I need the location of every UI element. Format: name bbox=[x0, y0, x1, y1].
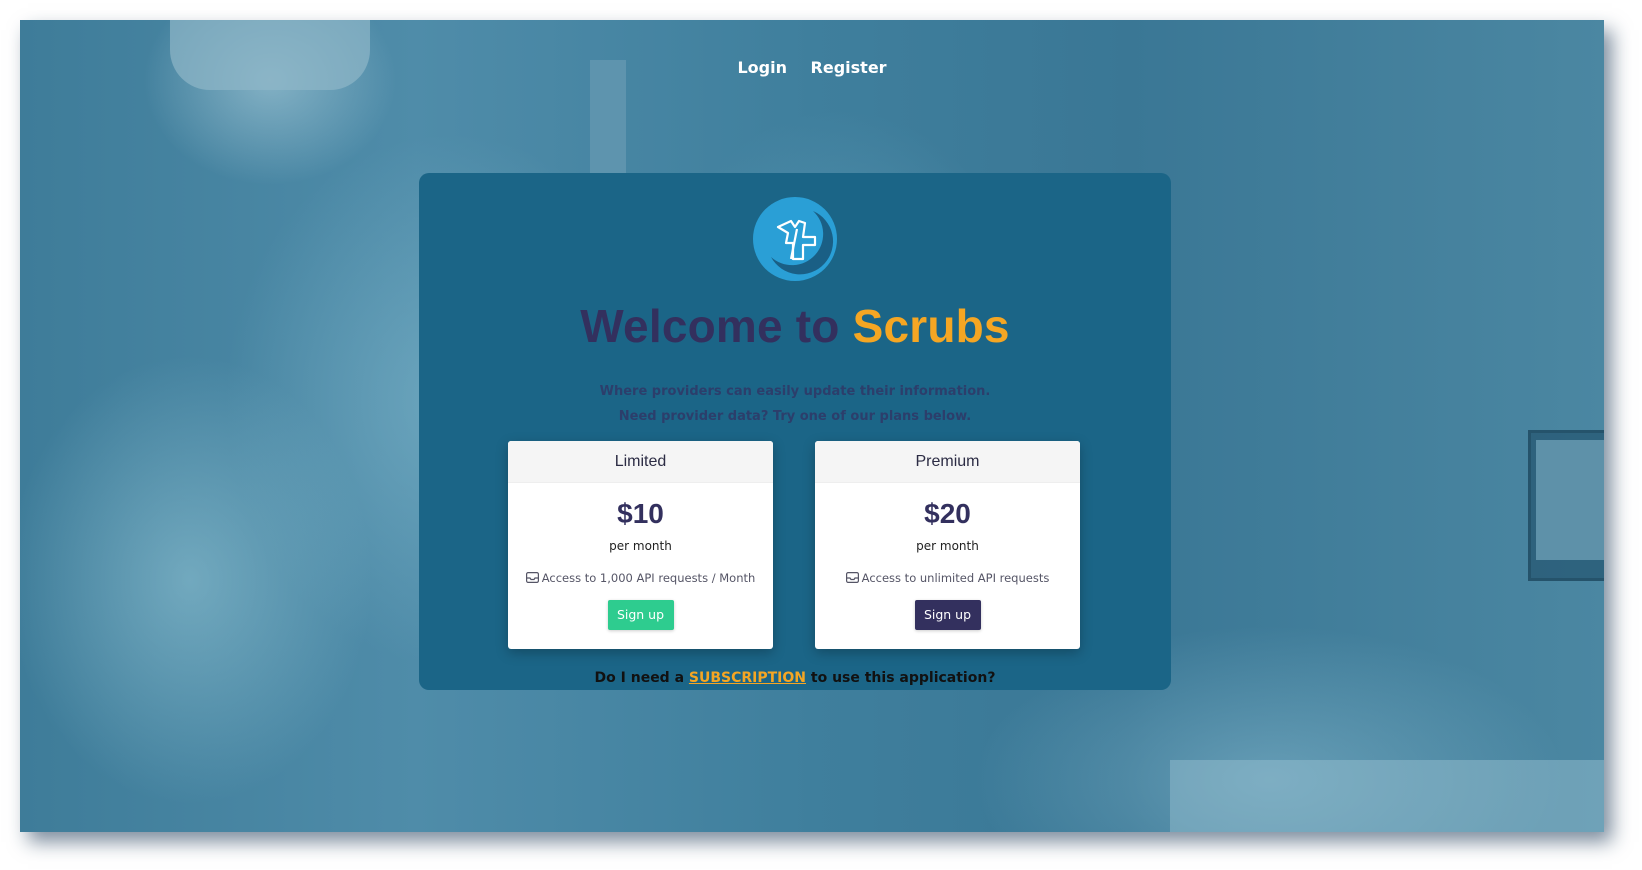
plan-card-limited: Limited $10 per month Access to 1,000 AP… bbox=[508, 441, 773, 649]
top-nav: Login Register bbox=[20, 58, 1604, 77]
plan-card-premium: Premium $20 per month Access to unlimite… bbox=[815, 441, 1080, 649]
tagline-line-1: Where providers can easily update their … bbox=[599, 384, 991, 399]
plan-feature-text: Access to 1,000 API requests / Month bbox=[541, 571, 756, 585]
plan-feature: Access to 1,000 API requests / Month bbox=[508, 571, 773, 585]
plan-name: Premium bbox=[815, 441, 1080, 483]
light-pole bbox=[590, 60, 626, 180]
background-monitor-screen bbox=[1536, 440, 1604, 560]
inbox-icon bbox=[845, 572, 859, 583]
plan-period: per month bbox=[609, 539, 672, 553]
title-brand: Scrubs bbox=[852, 300, 1010, 352]
surgical-light bbox=[170, 20, 370, 90]
plan-name: Limited bbox=[508, 441, 773, 483]
plan-feature-text: Access to unlimited API requests bbox=[861, 571, 1050, 585]
plan-period: per month bbox=[916, 539, 979, 553]
tagline-line-2: Need provider data? Try one of our plans… bbox=[618, 409, 972, 424]
plan-price: $20 bbox=[924, 498, 971, 529]
welcome-card: Welcome to Scrubs Where providers can ea… bbox=[419, 173, 1171, 690]
title-prefix: Welcome to bbox=[580, 300, 840, 352]
register-link[interactable]: Register bbox=[811, 58, 887, 77]
subscription-link[interactable]: SUBSCRIPTION bbox=[689, 670, 806, 686]
inbox-icon bbox=[525, 572, 539, 583]
question-prefix: Do I need a bbox=[594, 670, 685, 686]
signup-limited-button[interactable]: Sign up bbox=[607, 600, 674, 630]
page-title: Welcome to Scrubs bbox=[419, 299, 1171, 353]
login-link[interactable]: Login bbox=[737, 58, 787, 77]
signup-premium-button[interactable]: Sign up bbox=[914, 600, 981, 630]
question-suffix: to use this application? bbox=[810, 670, 996, 686]
plan-feature: Access to unlimited API requests bbox=[815, 571, 1080, 585]
plan-price: $10 bbox=[617, 498, 664, 529]
app-window: Login Register Welcome to Scrubs Where p… bbox=[20, 20, 1604, 832]
instrument-table bbox=[1170, 760, 1604, 832]
subscription-question: Do I need a SUBSCRIPTION to use this app… bbox=[419, 670, 1171, 686]
scrubs-logo-icon bbox=[753, 197, 837, 281]
